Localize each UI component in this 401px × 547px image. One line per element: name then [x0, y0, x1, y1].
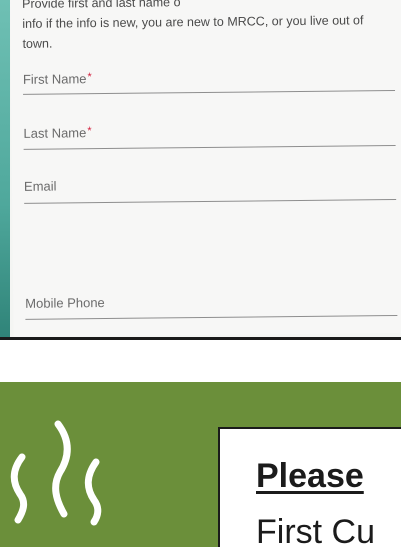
page: Provide first and last name o info if th… — [0, 0, 401, 547]
notice-title: Please — [256, 457, 364, 495]
last-name-label: Last Name* — [23, 125, 91, 141]
steam-icon — [10, 420, 102, 526]
required-marker: * — [87, 71, 92, 84]
mobile-phone-label: Mobile Phone — [25, 295, 105, 311]
notice-subtitle: First Cu — [256, 513, 375, 547]
first-name-field[interactable] — [23, 89, 396, 95]
spacer — [0, 340, 401, 382]
intro-line-3: town. — [22, 36, 53, 51]
mobile-phone-field[interactable] — [25, 314, 398, 320]
last-name-label-text: Last Name — [23, 125, 87, 141]
notice-banner: Please First Cu — [0, 382, 401, 547]
contact-form: Provide first and last name o info if th… — [10, 0, 401, 337]
form-intro-text: Provide first and last name o info if th… — [22, 0, 393, 54]
intro-line-2: info if the info is new, you are new to … — [22, 13, 364, 31]
first-name-label: First Name* — [23, 71, 92, 87]
email-field[interactable] — [24, 198, 397, 204]
notice-box: Please First Cu — [218, 427, 401, 547]
phone-edge — [0, 0, 10, 337]
email-label: Email — [23, 178, 57, 194]
first-name-label-text: First Name — [22, 71, 87, 87]
form-screenshot: Provide first and last name o info if th… — [0, 0, 401, 340]
last-name-field[interactable] — [23, 144, 396, 150]
required-marker: * — [87, 125, 92, 138]
